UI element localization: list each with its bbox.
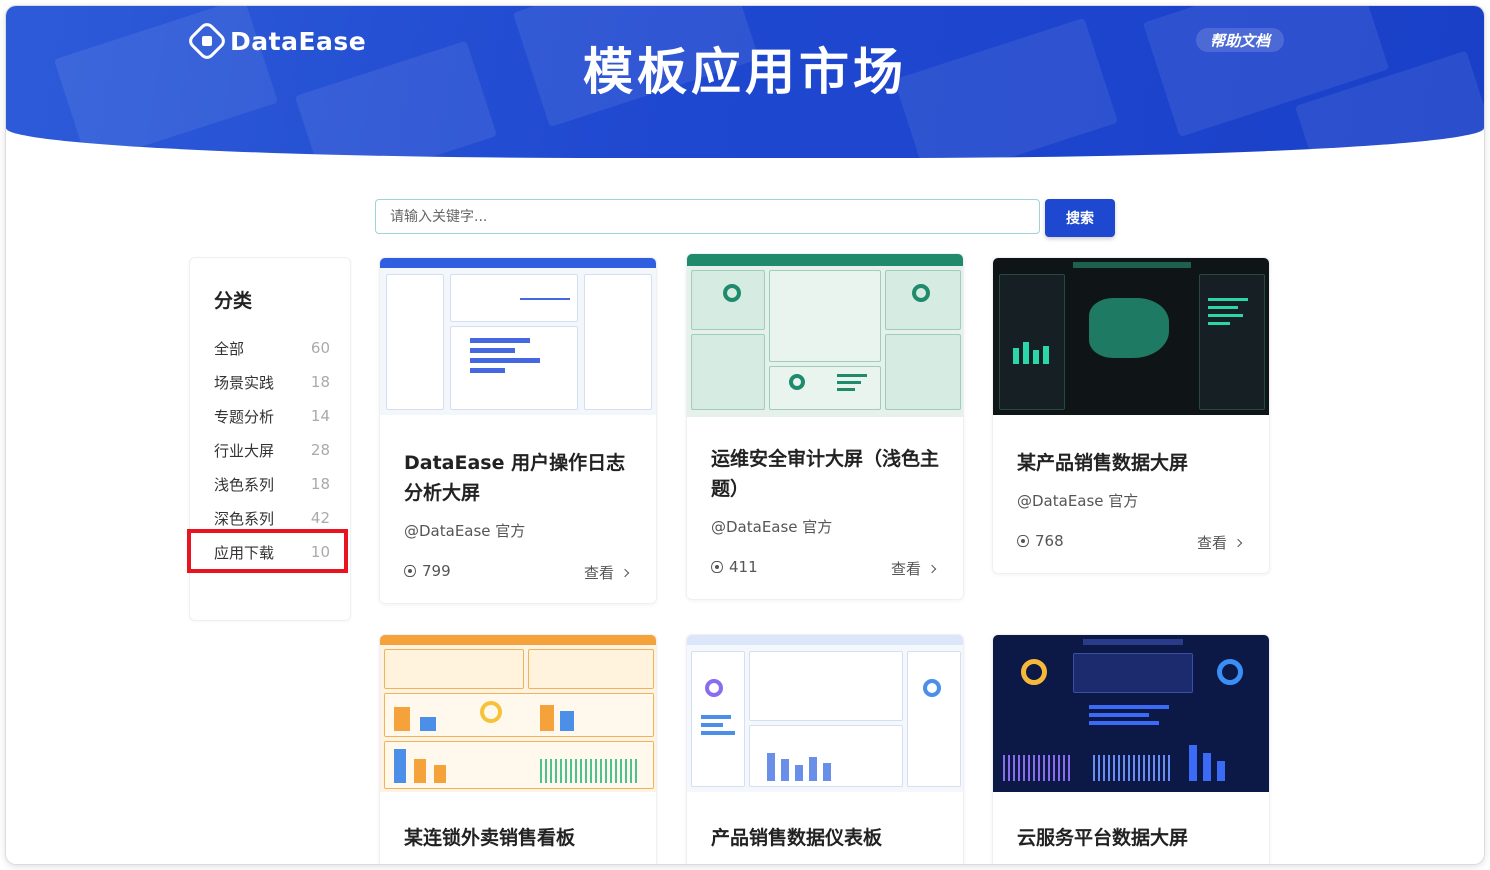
sidebar-item-app-download[interactable]: 应用下载 10 (214, 538, 330, 566)
card-title[interactable]: DataEase 用户操作日志分析大屏 (404, 448, 634, 508)
view-count: 411 (729, 558, 758, 576)
eye-icon (404, 565, 416, 577)
template-thumbnail[interactable] (993, 258, 1269, 415)
view-button[interactable]: 查看 (890, 558, 937, 579)
sidebar-item-count: 18 (310, 373, 330, 391)
chevron-right-icon (1233, 538, 1243, 547)
card-title[interactable]: 某产品销售数据大屏 (1017, 448, 1247, 478)
sidebar-item-count: 10 (310, 543, 330, 561)
card-title[interactable]: 产品销售数据仪表板 (711, 823, 941, 853)
card-author: @DataEase 官方 (1017, 492, 1139, 510)
eye-icon (711, 561, 723, 573)
header-banner: DataEase 模板应用市场 帮助文档 (6, 6, 1484, 158)
template-card[interactable]: 运维安全审计大屏（浅色主题） @DataEase 官方 411 查看 (686, 253, 964, 600)
card-views: 411 (711, 558, 758, 576)
help-docs-link[interactable]: 帮助文档 (1196, 28, 1284, 52)
sidebar-item-count: 60 (310, 339, 330, 357)
template-thumbnail[interactable] (380, 635, 656, 792)
search-input[interactable] (375, 199, 1040, 234)
card-author: @DataEase 官方 (711, 518, 833, 536)
sidebar-item-count: 18 (310, 475, 330, 493)
search-button[interactable]: 搜索 (1045, 199, 1115, 237)
card-author: @DataEase 官方 (404, 522, 526, 540)
card-title[interactable]: 某连锁外卖销售看板 (404, 823, 634, 853)
sidebar-item-scenario[interactable]: 场景实践 18 (214, 368, 330, 396)
sidebar-item-count: 14 (310, 407, 330, 425)
view-button-label: 查看 (1196, 534, 1227, 552)
sidebar-item-label: 专题分析 (214, 407, 275, 426)
view-count: 799 (422, 562, 451, 580)
browser-frame: DataEase 模板应用市场 帮助文档 搜索 分类 全部 60 场景实践 18… (6, 6, 1484, 864)
sidebar-item-count: 42 (310, 509, 330, 527)
sidebar-item-light[interactable]: 浅色系列 18 (214, 470, 330, 498)
card-views: 768 (1017, 532, 1064, 550)
card-views: 799 (404, 562, 451, 580)
template-card[interactable]: 云服务平台数据大屏 (992, 634, 1270, 864)
template-card[interactable]: 某连锁外卖销售看板 (379, 634, 657, 864)
view-count: 768 (1035, 532, 1064, 550)
sidebar-item-label: 场景实践 (214, 373, 275, 392)
sidebar-item-all[interactable]: 全部 60 (214, 334, 330, 362)
card-title[interactable]: 运维安全审计大屏（浅色主题） (711, 444, 941, 504)
template-thumbnail[interactable] (687, 635, 963, 792)
view-button[interactable]: 查看 (1196, 532, 1243, 553)
sidebar-item-industry[interactable]: 行业大屏 28 (214, 436, 330, 464)
sidebar-item-label: 深色系列 (214, 509, 275, 528)
template-thumbnail[interactable] (687, 254, 963, 417)
sidebar-item-count: 28 (310, 441, 330, 459)
view-button[interactable]: 查看 (583, 562, 630, 583)
sidebar-item-topic[interactable]: 专题分析 14 (214, 402, 330, 430)
card-title[interactable]: 云服务平台数据大屏 (1017, 823, 1247, 853)
chevron-right-icon (620, 568, 630, 577)
chevron-right-icon (927, 564, 937, 573)
sidebar-item-label: 行业大屏 (214, 441, 275, 460)
eye-icon (1017, 535, 1029, 547)
template-thumbnail[interactable] (380, 258, 656, 415)
template-card[interactable]: 某产品销售数据大屏 @DataEase 官方 768 查看 (992, 257, 1270, 574)
sidebar-item-label: 全部 (214, 339, 245, 358)
template-card[interactable]: 产品销售数据仪表板 (686, 634, 964, 864)
template-card[interactable]: DataEase 用户操作日志分析大屏 @DataEase 官方 799 查看 (379, 257, 657, 604)
category-sidebar: 分类 全部 60 场景实践 18 专题分析 14 行业大屏 28 浅色系列 18… (189, 257, 351, 621)
sidebar-title: 分类 (214, 290, 253, 312)
template-thumbnail[interactable] (993, 635, 1269, 792)
view-button-label: 查看 (583, 564, 614, 582)
sidebar-item-dark[interactable]: 深色系列 42 (214, 504, 330, 532)
sidebar-item-label: 应用下载 (214, 543, 275, 562)
sidebar-item-label: 浅色系列 (214, 475, 275, 494)
view-button-label: 查看 (890, 560, 921, 578)
